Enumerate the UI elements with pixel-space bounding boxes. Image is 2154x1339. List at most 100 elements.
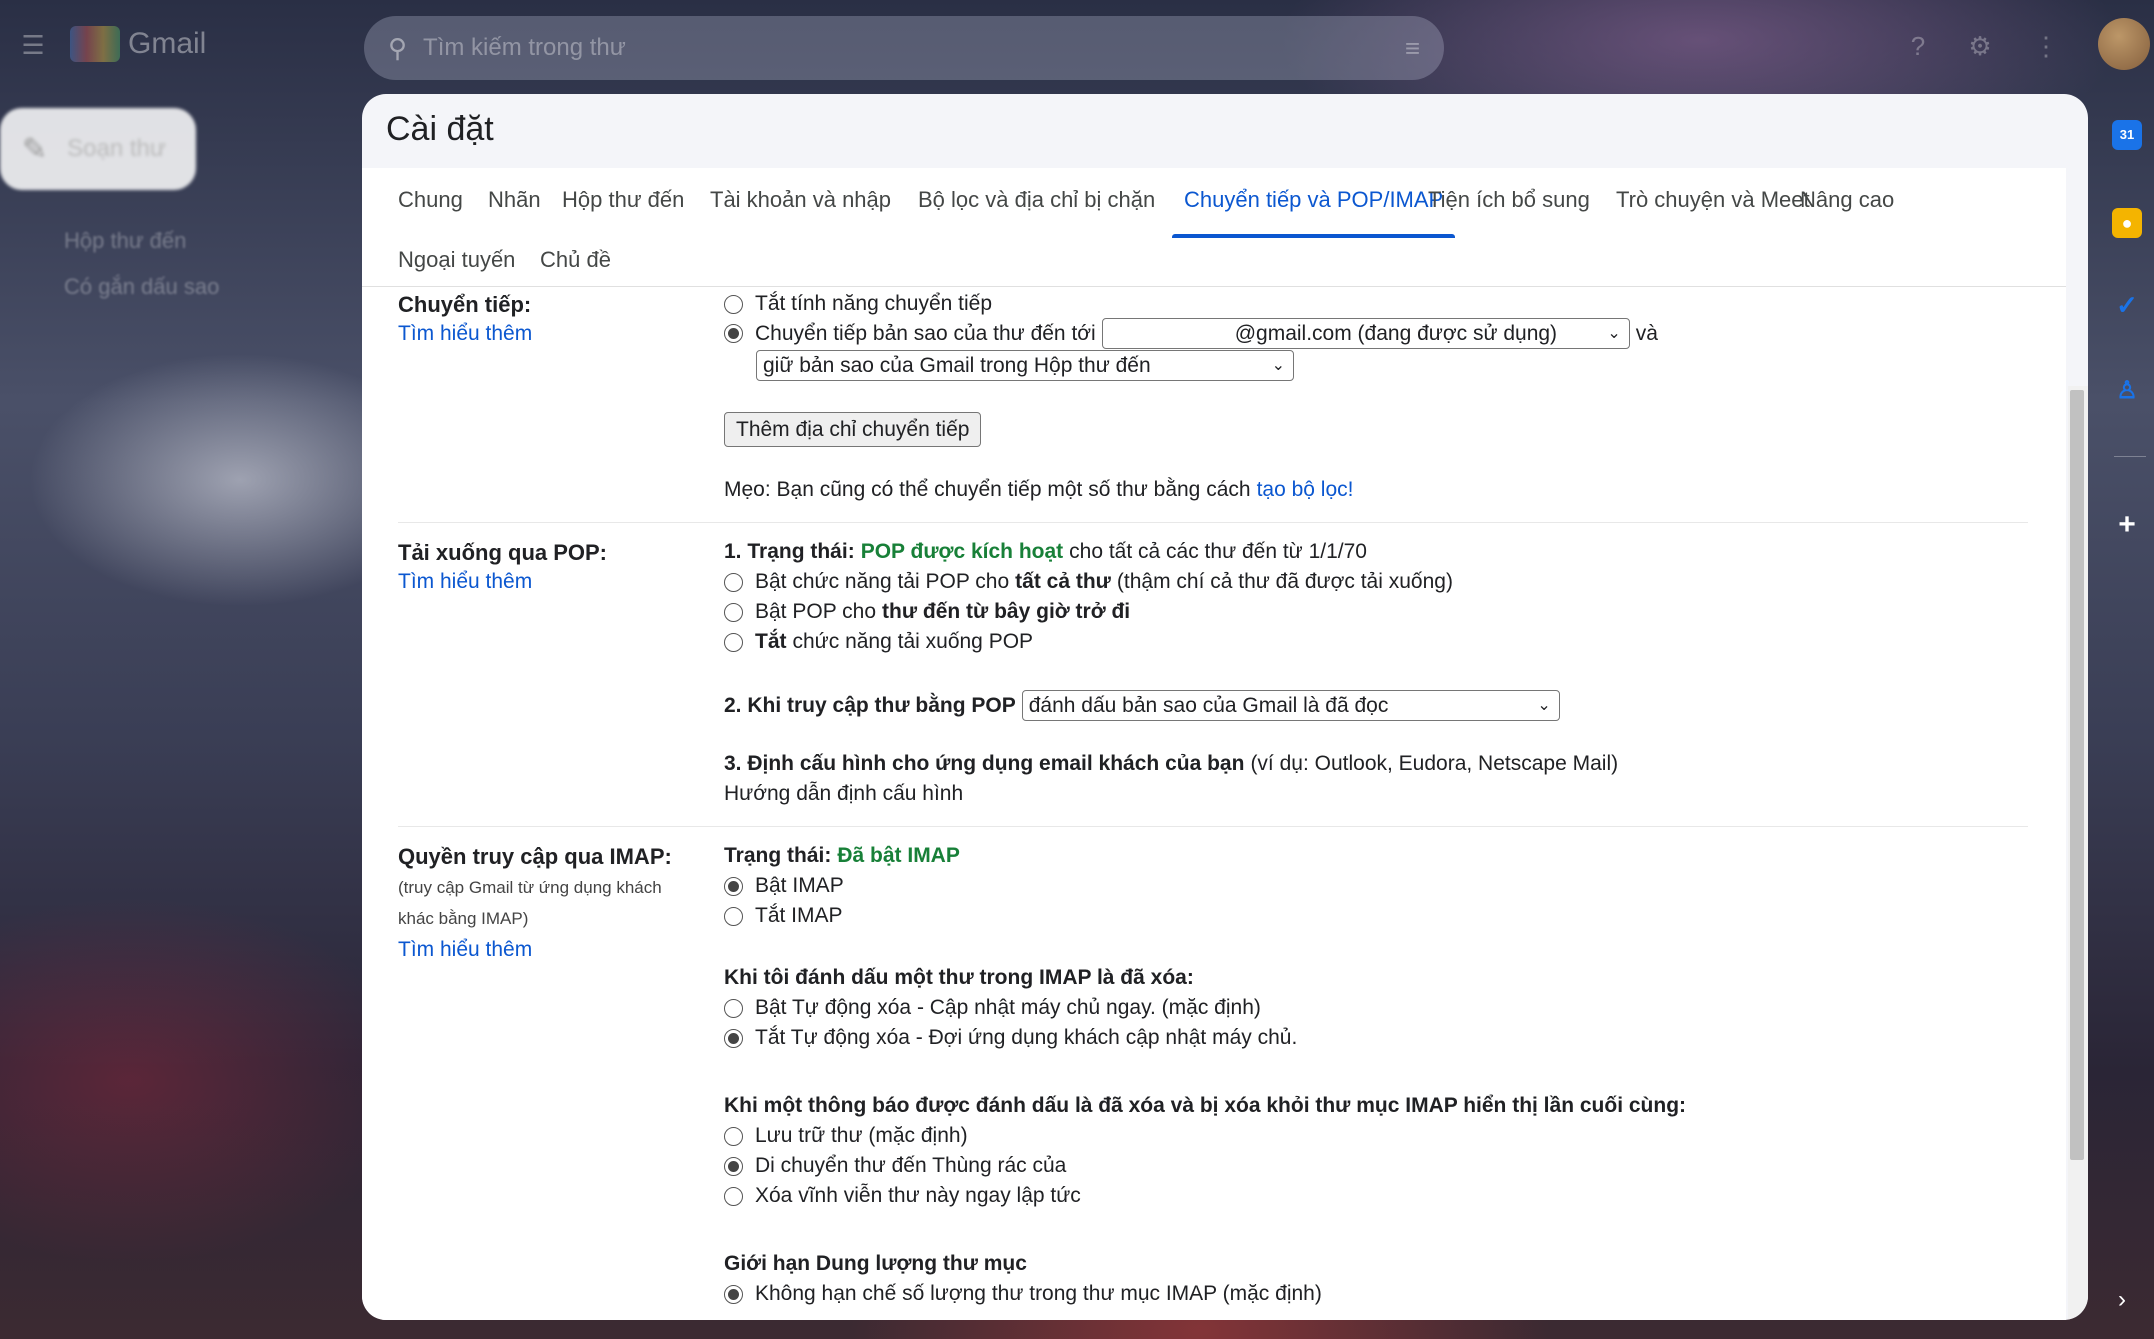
imap-status: Trạng thái: Đã bật IMAP — [724, 844, 960, 868]
pop-config-example: (ví dụ: Outlook, Eudora, Netscape Mail) — [1250, 752, 1619, 775]
contacts-icon[interactable]: ♙ — [2112, 376, 2142, 406]
search-bar[interactable]: ⚲ Tìm kiếm trong thư ≡ — [364, 16, 1444, 80]
sidebar-item-starred[interactable]: Có gắn dấu sao — [64, 274, 219, 300]
pencil-icon: ✎ — [22, 132, 48, 166]
pop-status: 1. Trạng thái: POP được kích hoạt cho tấ… — [724, 540, 1367, 564]
apps-grid-icon[interactable]: ⋮ — [2026, 26, 2066, 66]
auto-expunge-off-option[interactable]: Tắt Tự động xóa - Đợi ứng dụng khách cập… — [724, 1026, 1297, 1050]
imap-delete-heading-text: Khi tôi đánh dấu một thư trong IMAP là đ… — [724, 966, 1194, 989]
pop-from-now-radio[interactable] — [724, 602, 743, 622]
pop-status-value: POP được kích hoạt — [860, 540, 1064, 563]
pop-config-row: 3. Định cấu hình cho ứng dụng email khác… — [724, 752, 1618, 776]
imap-delete-heading: Khi tôi đánh dấu một thư trong IMAP là đ… — [724, 966, 1194, 990]
settings-scrollbar-thumb[interactable] — [2070, 390, 2084, 1160]
pop-access-select[interactable]: đánh dấu bản sao của Gmail là đã đọc ⌄ — [1021, 690, 1560, 721]
imap-learn-more-link[interactable]: Tìm hiểu thêm — [398, 938, 532, 962]
calendar-icon[interactable]: 31 — [2112, 120, 2142, 150]
forwarding-action-select[interactable]: giữ bản sao của Gmail trong Hộp thư đến … — [756, 350, 1294, 381]
forwarding-address-value: @gmail.com (đang được sử dụng) — [1234, 321, 1558, 345]
pop-status-prefix: 1. Trạng thái: — [724, 540, 855, 563]
pop-opt3-a: Tắt — [755, 630, 787, 653]
expunge-trash-radio[interactable] — [724, 1156, 743, 1176]
imap-status-prefix: Trạng thái: — [724, 844, 832, 867]
pop-access-label: 2. Khi truy cập thư bằng POP — [724, 693, 1016, 717]
forwarding-learn-more-link[interactable]: Tìm hiểu thêm — [398, 322, 532, 346]
imap-expunge-heading: Khi một thông báo được đánh dấu là đã xó… — [724, 1094, 1686, 1118]
imap-status-value: Đã bật IMAP — [837, 844, 960, 867]
forwarding-and-label: và — [1635, 321, 1658, 345]
settings-gear-icon[interactable]: ⚙ — [1960, 26, 2000, 66]
chevron-right-icon[interactable]: › — [2118, 1286, 2126, 1314]
imap-enable-option[interactable]: Bật IMAP — [724, 874, 844, 898]
add-forwarding-address-button[interactable]: Thêm địa chỉ chuyển tiếp — [724, 412, 982, 447]
pop-disable-option[interactable]: Tắt chức năng tải xuống POP — [724, 630, 1033, 654]
forwarding-off-label: Tắt tính năng chuyển tiếp — [755, 292, 992, 315]
pop-access-row: 2. Khi truy cập thư bằng POP đánh dấu bả… — [724, 690, 1560, 721]
pop-all-mail-option[interactable]: Bật chức năng tải POP cho tất cả thư (th… — [724, 570, 1453, 594]
folder-no-limit-label: Không hạn chế số lượng thư trong thư mục… — [755, 1282, 1322, 1305]
search-placeholder: Tìm kiếm trong thư — [423, 34, 626, 61]
search-icon[interactable]: ⚲ — [388, 33, 407, 64]
folder-no-limit-option[interactable]: Không hạn chế số lượng thư trong thư mục… — [724, 1282, 1322, 1306]
imap-enable-label: Bật IMAP — [755, 874, 844, 897]
keep-icon[interactable]: ● — [2112, 208, 2142, 238]
pop-opt1-a: Bật chức năng tải POP cho — [755, 570, 1010, 593]
forwarding-tip: Mẹo: Bạn cũng có thể chuyển tiếp một số … — [724, 478, 1353, 502]
settings-panel: Cài đặt Chung Nhãn Hộp thư đến Tài khoản… — [362, 94, 2088, 1320]
add-addon-icon[interactable]: + — [2112, 510, 2142, 540]
imap-expunge-heading-text: Khi một thông báo được đánh dấu là đã xó… — [724, 1094, 1687, 1117]
folder-limit-heading: Giới hạn Dung lượng thư mục — [724, 1252, 1027, 1276]
expunge-delete-option[interactable]: Xóa vĩnh viễn thư này ngay lập tức — [724, 1184, 1081, 1208]
gmail-logo[interactable]: Gmail — [70, 24, 206, 64]
folder-limit-heading-text: Giới hạn Dung lượng thư mục — [724, 1252, 1027, 1275]
pop-all-mail-radio[interactable] — [724, 572, 743, 592]
expunge-archive-option[interactable]: Lưu trữ thư (mặc định) — [724, 1124, 968, 1148]
folder-no-limit-radio[interactable] — [724, 1284, 743, 1304]
imap-disable-label: Tắt IMAP — [755, 904, 843, 927]
expunge-archive-radio[interactable] — [724, 1126, 743, 1146]
pop-opt3-b: chức năng tải xuống POP — [792, 630, 1034, 653]
forwarding-off-option[interactable]: Tắt tính năng chuyển tiếp — [724, 292, 992, 316]
imap-enable-radio[interactable] — [724, 876, 743, 896]
pop-access-value: đánh dấu bản sao của Gmail là đã đọc — [1028, 693, 1389, 717]
main-menu-icon[interactable]: ☰ — [10, 22, 56, 68]
expunge-delete-radio[interactable] — [724, 1186, 743, 1206]
compose-button[interactable]: ✎ Soạn thư — [0, 108, 196, 190]
expunge-delete-label: Xóa vĩnh viễn thư này ngay lập tức — [755, 1184, 1081, 1207]
imap-disable-option[interactable]: Tắt IMAP — [724, 904, 843, 928]
expunge-archive-label: Lưu trữ thư (mặc định) — [755, 1124, 968, 1147]
settings-content: Chuyển tiếp: Tìm hiểu thêm Tắt tính năng… — [362, 94, 2066, 1320]
forwarding-tip-text: Mẹo: Bạn cũng có thể chuyển tiếp một số … — [724, 478, 1251, 501]
chevron-down-icon: ⌄ — [1271, 357, 1285, 374]
auto-expunge-on-option[interactable]: Bật Tự động xóa - Cập nhật máy chủ ngay.… — [724, 996, 1261, 1020]
forwarding-on-radio[interactable] — [724, 324, 743, 343]
forwarding-address-select[interactable]: @gmail.com (đang được sử dụng) ⌄ — [1101, 318, 1630, 349]
pop-config-instructions-link[interactable]: Hướng dẫn định cấu hình — [724, 782, 963, 806]
gmail-logo-text: Gmail — [128, 27, 207, 60]
auto-expunge-on-label: Bật Tự động xóa - Cập nhật máy chủ ngay.… — [755, 996, 1261, 1019]
help-icon[interactable]: ? — [1898, 26, 1938, 66]
compose-label: Soạn thư — [67, 135, 166, 162]
forwarding-on-option[interactable]: Chuyển tiếp bản sao của thư đến tới @gma… — [724, 318, 1658, 349]
pop-from-now-option[interactable]: Bật POP cho thư đến từ bây giờ trở đi — [724, 600, 1130, 624]
forwarding-action-value: giữ bản sao của Gmail trong Hộp thư đến — [763, 353, 1151, 377]
auto-expunge-off-label: Tắt Tự động xóa - Đợi ứng dụng khách cập… — [755, 1026, 1298, 1049]
chevron-down-icon: ⌄ — [1607, 325, 1621, 342]
imap-label: Quyền truy cập qua IMAP: — [398, 844, 672, 869]
auto-expunge-on-radio[interactable] — [724, 998, 743, 1018]
imap-disable-radio[interactable] — [724, 906, 743, 926]
top-bar: ☰ Gmail ⚲ Tìm kiếm trong thư ≡ ? ⚙ ⋮ — [0, 0, 2154, 90]
pop-disable-radio[interactable] — [724, 632, 743, 652]
forwarding-action-row: giữ bản sao của Gmail trong Hộp thư đến … — [756, 350, 1294, 381]
forwarding-off-radio[interactable] — [724, 294, 743, 314]
section-divider — [398, 826, 2028, 827]
tasks-icon[interactable]: ✓ — [2112, 290, 2142, 320]
expunge-trash-option[interactable]: Di chuyển thư đến Thùng rác của — [724, 1154, 1066, 1178]
create-filter-link[interactable]: tạo bộ lọc! — [1257, 478, 1354, 502]
search-options-icon[interactable]: ≡ — [1405, 33, 1420, 64]
section-divider — [398, 522, 2028, 523]
pop-learn-more-link[interactable]: Tìm hiểu thêm — [398, 570, 532, 594]
sidebar-item-inbox[interactable]: Hộp thư đến — [64, 228, 186, 254]
account-avatar[interactable] — [2098, 18, 2150, 70]
auto-expunge-off-radio[interactable] — [724, 1028, 743, 1048]
